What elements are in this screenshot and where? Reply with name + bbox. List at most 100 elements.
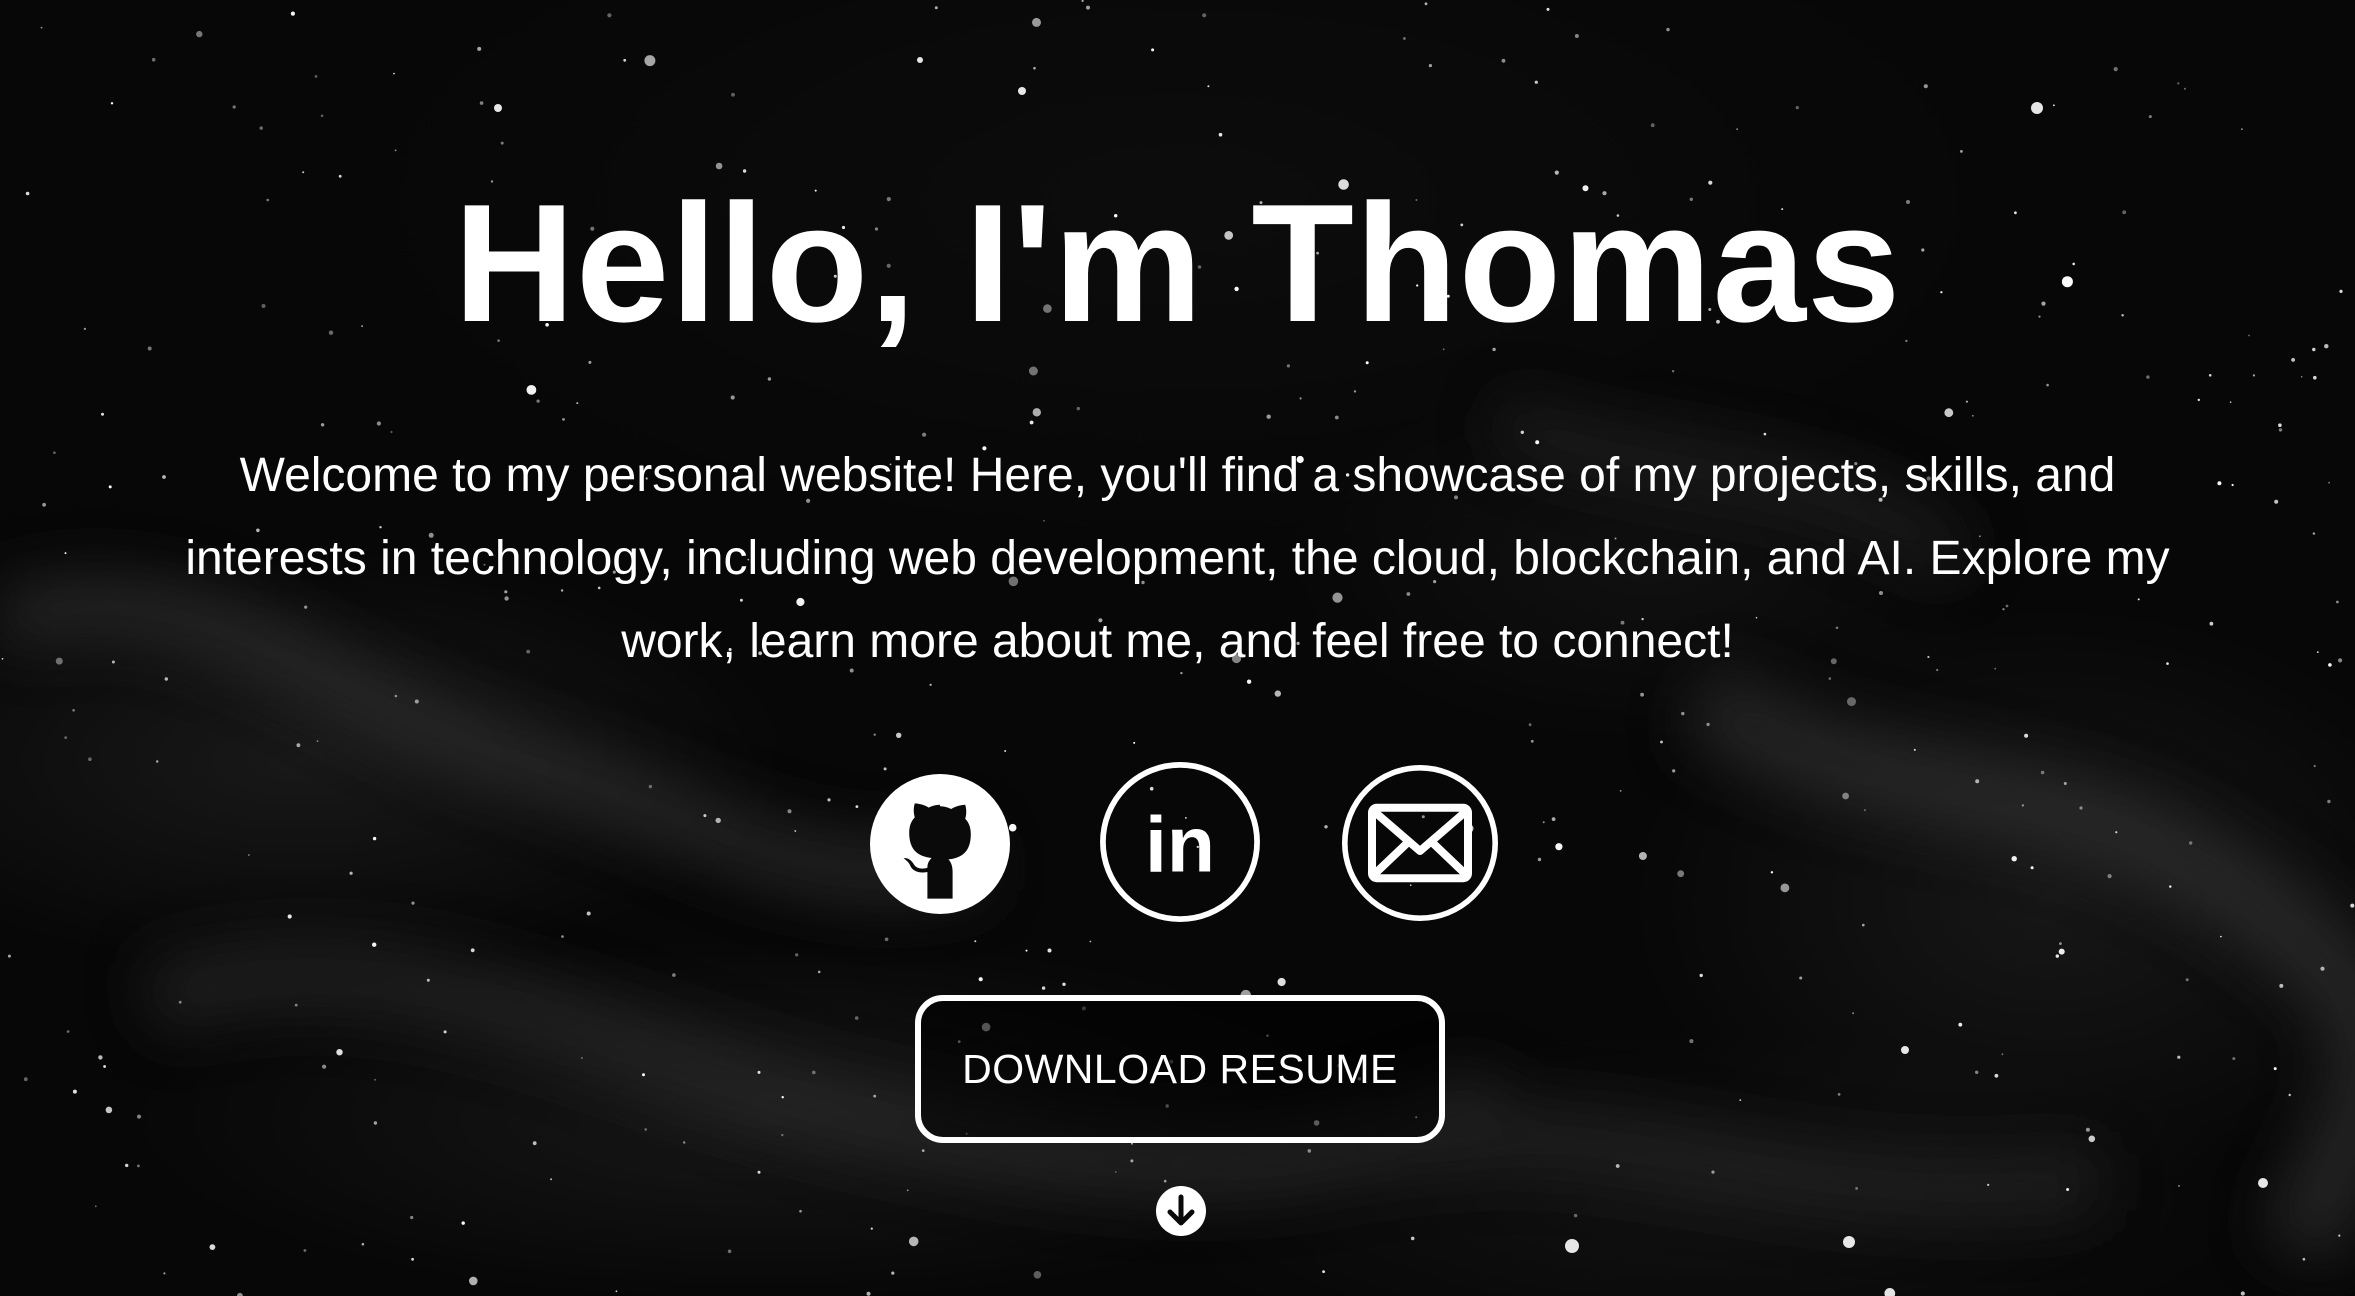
email-link[interactable] (1340, 763, 1500, 923)
star (232, 105, 236, 109)
star (767, 377, 772, 381)
star (2274, 499, 2279, 504)
star (196, 30, 203, 38)
star (393, 72, 395, 75)
scroll-down-button[interactable] (1156, 1186, 1206, 1236)
social-links: in (0, 760, 2355, 925)
bright-star (2258, 1178, 2268, 1188)
star (410, 1215, 414, 1220)
star (1987, 1183, 1990, 1186)
star (1944, 408, 1954, 418)
star (1151, 48, 1155, 52)
star (1131, 1143, 1133, 1145)
star (2059, 942, 2062, 945)
hero-section: Hello, I'm Thomas Welcome to my personal… (0, 0, 2355, 1296)
star (2055, 954, 2059, 958)
star (757, 1170, 761, 1174)
star (2197, 398, 2200, 402)
github-link[interactable] (870, 774, 1010, 914)
star (2273, 1067, 2277, 1071)
star (23, 1077, 28, 1082)
star (322, 1064, 327, 1069)
star (2113, 67, 2118, 72)
star (644, 55, 656, 67)
star (1660, 740, 1663, 744)
star (873, 733, 876, 736)
star (390, 431, 393, 433)
star (290, 11, 295, 16)
star (1274, 690, 1282, 697)
star (1837, 1093, 1841, 1096)
star (461, 1221, 465, 1225)
star (1428, 64, 1432, 68)
star (2085, 1127, 2090, 1132)
star (2252, 374, 2255, 377)
star (906, 1189, 909, 1192)
star (2279, 983, 2284, 988)
star (1884, 1288, 1896, 1296)
star (1032, 408, 1042, 417)
star (2178, 1185, 2180, 1187)
star (854, 1016, 859, 1020)
star (1047, 948, 1052, 953)
bright-star (2031, 102, 2043, 114)
star (2177, 82, 2180, 85)
star (2001, 1053, 2004, 1056)
star (2024, 733, 2029, 738)
star (727, 1249, 732, 1254)
linkedin-icon: in (1100, 762, 1260, 922)
star (66, 1030, 70, 1033)
star (1322, 1270, 1325, 1273)
star (137, 1164, 140, 1168)
star (2231, 483, 2234, 487)
star (178, 1000, 182, 1004)
star (443, 1030, 447, 1034)
star (891, 1271, 895, 1275)
linkedin-link[interactable]: in (1098, 760, 1262, 924)
star (53, 451, 56, 455)
download-resume-button[interactable]: DOWNLOAD RESUME (915, 995, 1445, 1143)
star (1163, 1179, 1167, 1183)
star (1573, 1213, 1578, 1218)
star (2288, 1093, 2291, 1097)
star (1130, 1159, 1134, 1163)
star (550, 1178, 553, 1181)
star (316, 740, 319, 742)
star (1410, 1236, 1415, 1241)
star (1852, 1012, 1854, 1015)
star (672, 973, 676, 977)
star (209, 1244, 216, 1250)
star (2291, 358, 2296, 362)
page-title: Hello, I'm Thomas (453, 169, 1902, 357)
star (103, 1065, 106, 1068)
star (94, 1205, 97, 1208)
star (1115, 1171, 1117, 1173)
star (1086, 5, 1090, 10)
star (683, 1141, 686, 1144)
star (1994, 1073, 1999, 1078)
star (731, 92, 735, 97)
star (978, 977, 983, 982)
star (2148, 115, 2152, 119)
star (7, 954, 11, 958)
star (581, 1057, 583, 1059)
star (111, 660, 115, 664)
star (532, 1141, 537, 1146)
star (1699, 973, 1703, 978)
star (64, 736, 68, 739)
star (314, 75, 318, 78)
star (1960, 150, 1963, 153)
star (908, 1236, 919, 1247)
star (781, 1096, 784, 1099)
star (2302, 1257, 2306, 1261)
star (411, 1257, 414, 1261)
star (812, 1070, 816, 1075)
star (1424, 2, 1428, 6)
star (1081, 0, 1084, 2)
bright-star (1018, 87, 1026, 95)
star (2338, 658, 2343, 663)
star (479, 101, 484, 105)
star (1041, 986, 1046, 990)
star (2208, 374, 2212, 377)
star (470, 948, 475, 953)
